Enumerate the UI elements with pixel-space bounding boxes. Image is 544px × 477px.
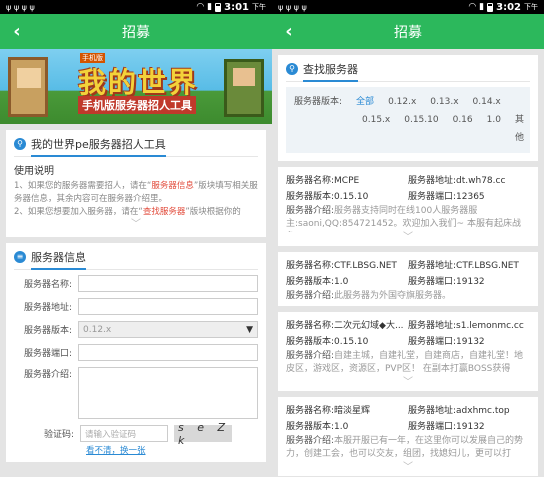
intro-card: ⚲ 我的世界pe服务器招人工具 使用说明 1、如果您的服务器需要招人，请在“服务器…: [6, 130, 266, 237]
signal-icon: ▮: [207, 2, 213, 12]
search-title: 查找服务器: [303, 61, 358, 82]
left-pane[interactable]: 手机版 我的世界 手机版服务器招人工具 ⚲ 我的世界pe服务器招人工具 使用说明 …: [0, 49, 272, 477]
expand-chevron-icon[interactable]: ﹀: [286, 232, 530, 244]
page-title: 招募: [122, 24, 150, 41]
app-bar: ‹ 招募: [0, 14, 272, 49]
banner-image: 手机版 我的世界 手机版服务器招人工具: [0, 49, 272, 124]
intro-label: 服务器介绍:: [23, 370, 72, 380]
banner-character-right: [224, 59, 264, 117]
server-info-link[interactable]: 服务器信息: [151, 181, 194, 191]
notification-icons: ψ ψ ψ ψ: [6, 2, 35, 12]
banner-subtitle: 手机版服务器招人工具: [78, 96, 196, 114]
expand-chevron-icon[interactable]: ﹀: [286, 377, 530, 389]
server-address: 服务器地址:adxhmc.top: [408, 406, 510, 416]
server-version: 服务器版本:0.15.10: [286, 337, 369, 347]
filter-0-16[interactable]: 0.16: [453, 111, 473, 147]
server-intro: 服务器介绍:服务器支持同时在线100人服务器服主:saoni,QQ:854721…: [286, 206, 521, 229]
intro-title: 我的世界pe服务器招人工具: [31, 136, 166, 157]
battery-icon: [487, 2, 494, 12]
server-address: 服务器地址:CTF.LBSG.NET: [408, 261, 519, 271]
server-intro: 服务器介绍:此服务器为外国夺旗服务器。: [286, 291, 452, 301]
captcha-image[interactable]: s e Z k: [174, 421, 233, 447]
filter-0-15-10[interactable]: 0.15.10: [404, 111, 438, 147]
page-title: 招募: [394, 24, 422, 41]
filter-all[interactable]: 全部: [356, 93, 374, 111]
filter-0-15[interactable]: 0.15.x: [362, 111, 390, 147]
server-address-input[interactable]: [78, 298, 258, 315]
expand-chevron-icon[interactable]: ﹀: [14, 219, 258, 231]
find-server-link[interactable]: 查找服务器: [143, 207, 186, 217]
address-label: 服务器地址:: [23, 303, 72, 313]
server-port-input[interactable]: [78, 344, 258, 361]
server-item[interactable]: 服务器名称:CTF.LBSG.NET 服务器地址:CTF.LBSG.NET 服务器版…: [278, 252, 538, 306]
captcha-label: 验证码:: [44, 430, 75, 440]
list-icon: ≡: [14, 250, 26, 263]
server-intro: 服务器介绍:本服开服已有一年，在这里你可以发展自己的势力，创建工会，也可以交友，…: [286, 436, 524, 459]
usage-heading: 使用说明: [14, 166, 54, 177]
clock: 3:02: [496, 1, 521, 13]
version-label: 服务器版本:: [23, 326, 72, 336]
app-bar-right: ‹ 招募: [272, 14, 544, 49]
server-intro-textarea[interactable]: [78, 367, 258, 419]
version-filter: 服务器版本: 全部 0.12.x 0.13.x 0.14.x 0.15.x 0.…: [286, 87, 530, 153]
server-item[interactable]: 服务器名称:二次元幻域◆大... 服务器地址:s1.lemonmc.cc 服务器版本…: [278, 312, 538, 391]
usage-text: 1、如果您的服务器需要招人，请在“服务器信息”版块填写相关服务器信息，其余内容可…: [14, 181, 258, 217]
server-version: 服务器版本:1.0: [286, 422, 349, 432]
filter-other[interactable]: 其他: [515, 111, 524, 147]
server-address: 服务器地址:s1.lemonmc.cc: [408, 321, 524, 331]
filter-0-12[interactable]: 0.12.x: [388, 93, 416, 111]
battery-icon: [215, 2, 222, 12]
server-name: 服务器名称:暗淡星辉: [286, 406, 371, 416]
server-item[interactable]: 服务器名称:MCPE 服务器地址:dt.wh78.cc 服务器版本:0.15.10 服…: [278, 167, 538, 246]
clock: 3:01: [224, 1, 249, 13]
version-select-value: 0.12.x: [83, 324, 112, 335]
ampm: 下午: [252, 3, 266, 11]
search-icon: ⚲: [286, 62, 298, 75]
server-name: 服务器名称:二次元幻域◆大...: [286, 321, 404, 331]
wifi-icon: ◠: [468, 2, 477, 12]
status-bar-right: ψ ψ ψ ψ ◠ ▮ 3:02 下午: [272, 0, 544, 14]
right-pane[interactable]: ⚲ 查找服务器 服务器版本: 全部 0.12.x 0.13.x 0.14.x 0.…: [272, 55, 544, 477]
server-version: 服务器版本:0.15.10: [286, 192, 369, 202]
server-name: 服务器名称:MCPE: [286, 176, 360, 186]
expand-chevron-icon[interactable]: ﹀: [286, 462, 530, 474]
filter-label: 服务器版本:: [294, 97, 343, 107]
notification-icons: ψ ψ ψ ψ: [278, 2, 307, 12]
server-port: 服务器端口:19132: [408, 337, 485, 347]
server-item[interactable]: 服务器名称:暗淡星辉 服务器地址:adxhmc.top 服务器版本:1.0 服务器端口…: [278, 397, 538, 476]
server-address: 服务器地址:dt.wh78.cc: [408, 176, 506, 186]
status-bar: ψ ψ ψ ψ ◠ ▮ 3:01 下午: [0, 0, 272, 14]
filter-0-14[interactable]: 0.14.x: [473, 93, 501, 111]
name-label: 服务器名称:: [23, 280, 72, 290]
banner-title: 我的世界: [78, 66, 199, 99]
back-icon[interactable]: ‹: [280, 20, 298, 42]
server-port: 服务器端口:19132: [408, 422, 485, 432]
search-card: ⚲ 查找服务器 服务器版本: 全部 0.12.x 0.13.x 0.14.x 0.…: [278, 55, 538, 161]
ampm: 下午: [524, 3, 538, 11]
port-label: 服务器端口:: [23, 349, 72, 359]
form-title: 服务器信息: [31, 249, 86, 270]
server-intro: 服务器介绍:自建主城，自建礼堂，自建商店，自建礼堂！地皮区，游戏区，资源区，PV…: [286, 351, 524, 374]
refresh-captcha-link[interactable]: 看不清，换一张: [86, 444, 258, 456]
server-info-card: ≡ 服务器信息 服务器名称: 服务器地址: 服务器版本: 0.12.x ▼ 服务器端口…: [6, 243, 266, 462]
search-icon: ⚲: [14, 137, 26, 150]
filter-1-0[interactable]: 1.0: [487, 111, 501, 147]
server-name-input[interactable]: [78, 275, 258, 292]
version-select[interactable]: 0.12.x ▼: [78, 321, 258, 338]
captcha-input[interactable]: 请输入验证码: [80, 425, 169, 442]
filter-0-13[interactable]: 0.13.x: [430, 93, 458, 111]
server-name: 服务器名称:CTF.LBSG.NET: [286, 261, 397, 271]
signal-icon: ▮: [479, 2, 485, 12]
dropdown-arrow-icon: ▼: [246, 324, 253, 335]
back-icon[interactable]: ‹: [8, 20, 26, 42]
wifi-icon: ◠: [196, 2, 205, 12]
server-port: 服务器端口:12365: [408, 192, 485, 202]
banner-character-left: [8, 57, 48, 117]
server-port: 服务器端口:19132: [408, 277, 485, 287]
server-version: 服务器版本:1.0: [286, 277, 349, 287]
